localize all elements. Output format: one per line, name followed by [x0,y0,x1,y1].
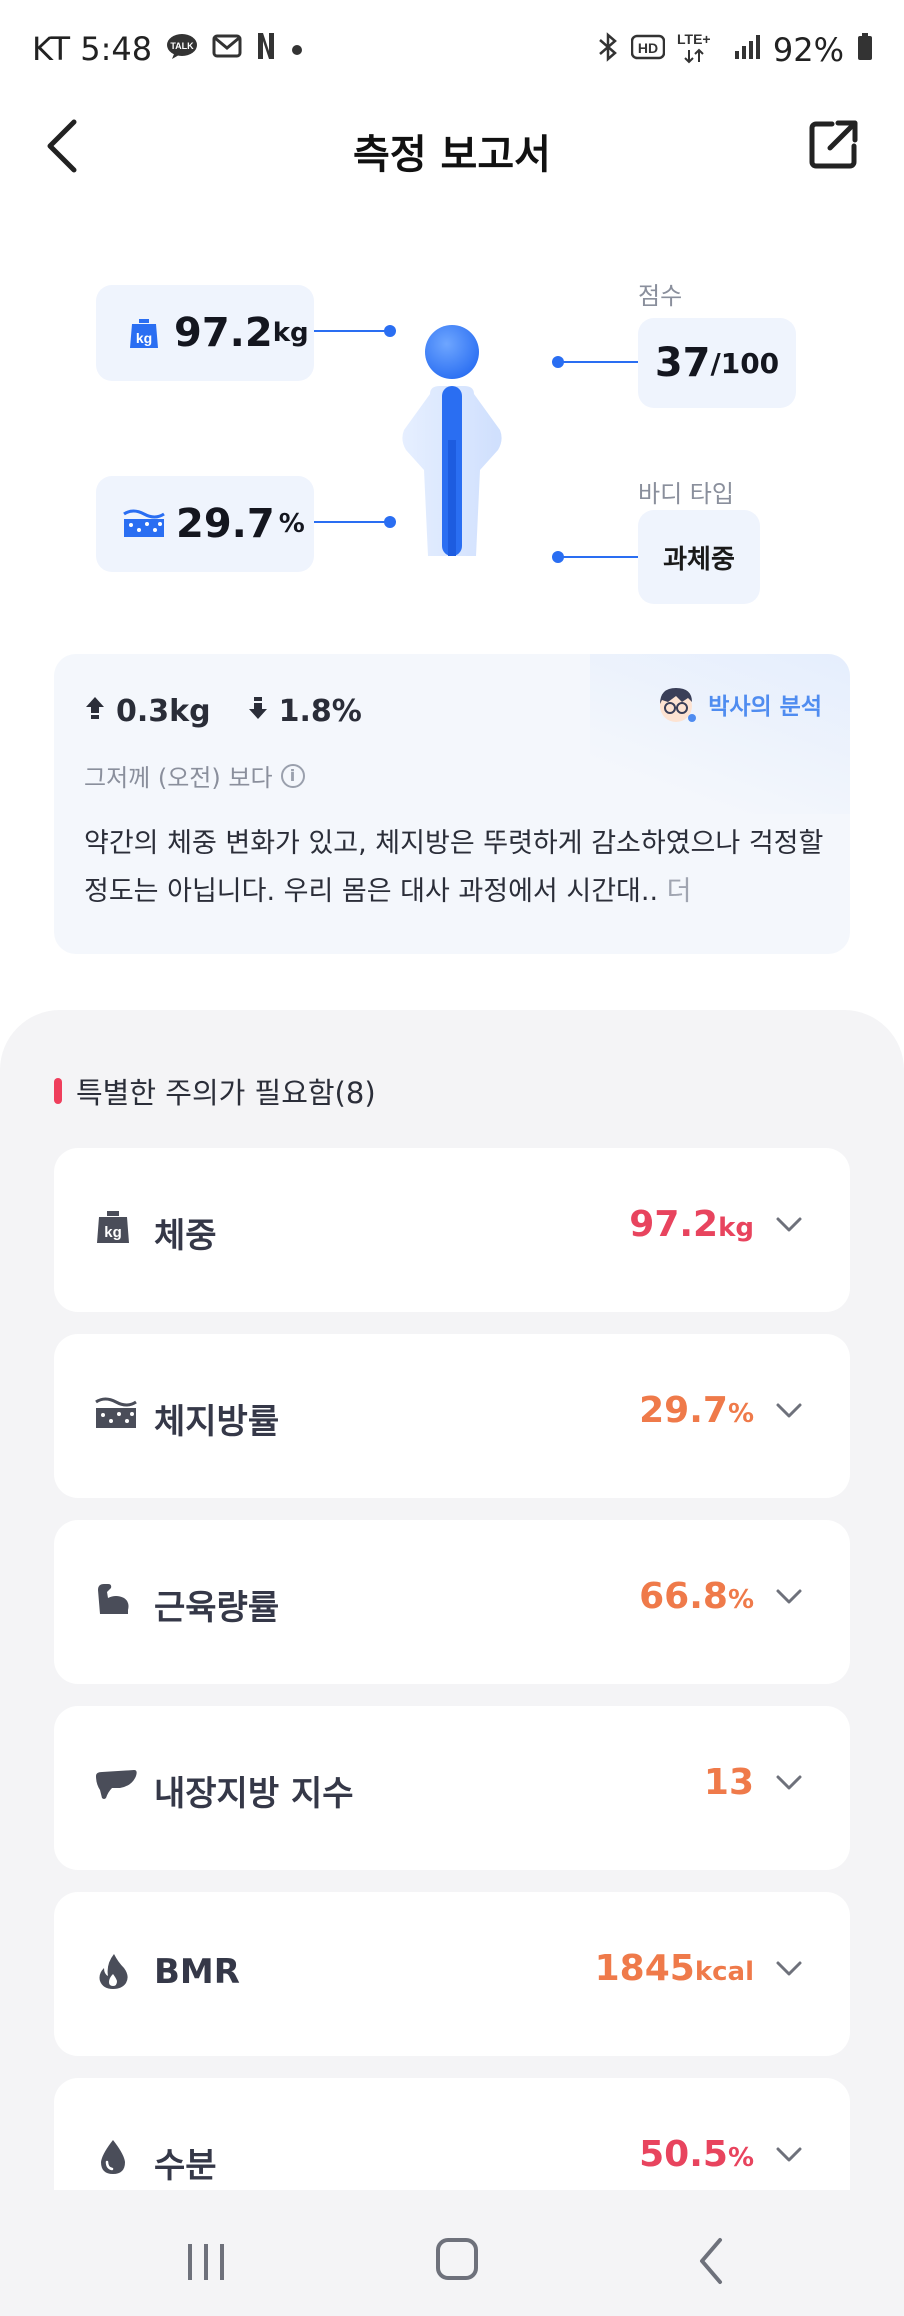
connector-line [558,361,638,363]
analysis-card[interactable]: 0.3kg 1.8% 그저께 (오전) 보다 i 박사의 분석 약간의 체중 변… [54,654,850,954]
signal-icon [733,33,761,67]
weight-value: 97.2 [174,310,273,356]
muscle-icon [98,1584,129,1614]
battery-percent: 92% [772,31,844,69]
metric-card-visceral-fat[interactable]: 내장지방 지수 13 [54,1706,850,1870]
home-icon[interactable] [436,2238,478,2280]
share-external-icon [809,120,858,169]
svg-text:kg: kg [104,1224,122,1241]
organ-icon [96,1770,137,1799]
chevron-down-icon [776,1403,802,1418]
clock: KT 5:48 [32,30,153,68]
metric-name: BMR [154,1952,240,1992]
connector-line [314,521,390,523]
body-summary: kg 97.2 kg 29.7% 점수 37/100 바디 타입 과체중 [0,260,904,630]
body-type-value: 과체중 [663,544,735,575]
metric-name: 체지방률 [154,1402,280,1442]
metric-value: 66.8% [639,1576,754,1617]
arrow-down-icon [247,694,269,729]
hd-icon: HD [630,34,666,66]
system-nav-bar [0,2190,904,2316]
compare-line: 그저께 (오전) 보다 i [84,758,305,793]
metric-name: 체중 [154,1216,217,1256]
metric-value: 29.7% [639,1390,754,1431]
weight-change-value: 0.3kg [116,694,211,729]
metric-name: 근육량률 [154,1588,280,1628]
svg-text:kg: kg [136,330,152,346]
connector-line [314,330,390,332]
battery-icon [856,32,874,68]
fat-chip: 29.7% [96,476,314,572]
connector-dot [384,516,396,528]
flame-icon [99,1954,128,1989]
talk-icon: TALK [166,32,198,67]
fat-change-value: 1.8% [278,694,362,729]
chevron-down-icon [776,2147,802,2162]
doctor-analysis-badge: 박사의 분석 [654,682,822,726]
body-figure-icon [402,325,502,556]
metric-card-body-fat[interactable]: 체지방률 29.7% [54,1334,850,1498]
change-row: 0.3kg 1.8% [84,694,362,729]
arrow-up-icon [84,694,106,729]
weight-unit: kg [272,318,309,348]
info-icon[interactable]: i [280,763,305,788]
svg-text:HD: HD [638,40,658,56]
fat-value: 29.7 [176,501,275,547]
body-type-label: 바디 타입 [638,480,734,508]
weight-icon: kg [130,319,158,348]
attention-panel: 특별한 주의가 필요함(8) kg 체중 97.2kg 체지방률 29.7% 근… [0,1010,904,2230]
back-nav-icon[interactable] [696,2236,726,2286]
score-denominator: /100 [710,346,780,380]
connector-dot [384,325,396,337]
section-title: 특별한 주의가 필요함(8) [54,1070,376,1112]
metric-value: 13 [703,1762,754,1803]
connector-line [558,556,638,558]
metric-card-weight[interactable]: kg 체중 97.2kg [54,1148,850,1312]
score-chip: 37/100 [638,318,796,408]
metric-card-bmr[interactable]: BMR 1845kcal [54,1892,850,2056]
bluetooth-icon [597,32,619,68]
metric-name: 수분 [154,2146,217,2186]
status-bar: KT 5:48 TALK HD LTE+ 92% [0,0,904,100]
metric-card-muscle[interactable]: 근육량률 66.8% [54,1520,850,1684]
svg-text:TALK: TALK [170,41,194,51]
metric-value: 1845kcal [594,1948,754,1989]
lte-icon: LTE+ [677,30,721,70]
doctor-avatar-icon [660,688,697,722]
weight-icon: kg [97,1211,129,1243]
body-fat-icon [123,509,165,537]
chevron-down-icon [776,1775,802,1790]
app-header: 측정 보고서 [0,100,904,190]
alert-indicator [54,1078,62,1104]
water-drop-icon [101,2140,125,2174]
fat-unit: % [278,509,305,539]
chevron-down-icon [776,1217,802,1232]
dot-icon [290,34,304,64]
doctor-badge-label: 박사의 분석 [708,694,822,720]
page-title: 측정 보고서 [353,132,551,178]
compare-text: 그저께 (오전) 보다 [84,764,273,792]
body-fat-icon [95,1397,137,1428]
more-link[interactable]: 더 [667,876,692,907]
body-type-chip: 과체중 [638,510,760,604]
weight-chip: kg 97.2 kg [96,285,314,381]
recent-apps-icon[interactable] [184,2242,228,2282]
chevron-down-icon [776,1589,802,1604]
share-button[interactable] [808,118,860,170]
metric-name: 내장지방 지수 [154,1774,354,1814]
metric-value: 50.5% [639,2134,754,2175]
analysis-text: 약간의 체중 변화가 있고, 체지방은 뚜렷하게 감소하였으나 걱정할 정도는 … [84,828,824,907]
score-value: 37 [654,340,711,386]
metric-value: 97.2kg [629,1204,754,1245]
envelope-icon [212,33,242,66]
netflix-icon [256,31,276,68]
svg-text:LTE+: LTE+ [677,31,711,47]
chevron-down-icon [776,1961,802,1976]
score-label: 점수 [638,282,683,310]
